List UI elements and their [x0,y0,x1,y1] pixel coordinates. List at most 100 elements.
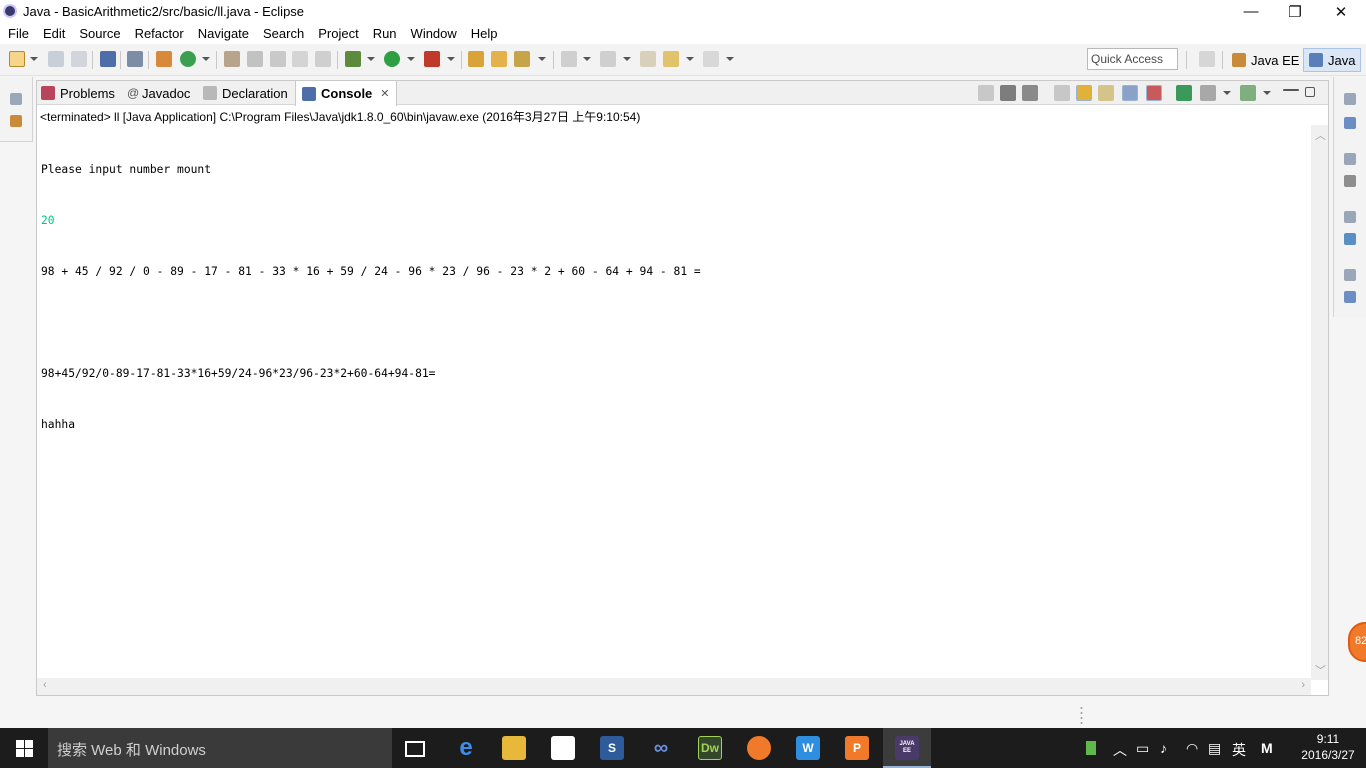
open-perspective-icon[interactable] [1199,51,1215,67]
open-task-icon[interactable] [247,51,263,67]
minimize-button[interactable]: — [1228,0,1274,23]
infinity-app-icon[interactable]: ∞ [649,736,673,760]
run-dropdown-icon[interactable] [407,57,415,61]
external-tools-dropdown-icon[interactable] [447,57,455,61]
wps-writer-icon[interactable]: W [796,736,820,760]
perspective-java-ee[interactable]: Java EE [1227,48,1304,72]
scroll-left-icon[interactable]: ‹ [43,679,47,691]
run-icon[interactable] [384,51,400,67]
new-class-dropdown-icon[interactable] [202,57,210,61]
eclipse-taskbar-icon[interactable]: JAVA EE [895,736,919,760]
layout-icon[interactable] [1344,291,1356,303]
menu-project[interactable]: Project [311,26,365,41]
open-type-icon[interactable] [224,51,240,67]
menu-help[interactable]: Help [464,26,505,41]
restore-icon[interactable] [1344,269,1356,281]
menu-file[interactable]: File [1,26,36,41]
package-explorer-icon[interactable] [10,115,22,127]
tab-problems[interactable]: Problems [41,81,115,105]
clock-time[interactable]: 9:11 [1298,732,1358,746]
new-icon[interactable] [9,51,25,67]
menu-run[interactable]: Run [366,26,404,41]
quick-access-input[interactable]: Quick Access [1087,48,1178,70]
pin-console-icon[interactable] [1176,85,1192,101]
s-app-icon[interactable]: S [600,736,624,760]
display-console-icon[interactable] [1200,85,1216,101]
network-icon[interactable]: ▭ [1136,740,1149,757]
open-console-dropdown-icon[interactable] [1263,91,1271,95]
forward-dropdown-icon[interactable] [726,57,734,61]
debug-dropdown-icon[interactable] [367,57,375,61]
menu-edit[interactable]: Edit [36,26,72,41]
wps-presentation-icon[interactable]: P [845,736,869,760]
show-on-stderr-icon[interactable] [1146,85,1162,101]
open-project-icon[interactable] [491,51,507,67]
orange-app-icon[interactable] [747,736,771,760]
restore-button[interactable]: ❐ [1272,0,1318,23]
battery-icon[interactable] [1086,741,1096,755]
scroll-right-icon[interactable]: › [1301,679,1305,691]
ime-language[interactable]: 英 [1232,740,1246,760]
maximize-view-icon[interactable] [1305,87,1315,97]
volume-icon[interactable]: ♪ [1160,740,1167,756]
save-all-icon[interactable] [71,51,87,67]
hierarchy-icon[interactable] [1344,233,1356,245]
forward-icon[interactable] [703,51,719,67]
new-java-project-icon[interactable] [156,51,172,67]
task-view-icon[interactable] [405,741,425,757]
start-button[interactable] [0,728,48,768]
brush-dropdown-icon[interactable] [538,57,546,61]
menu-navigate[interactable]: Navigate [191,26,256,41]
external-tools-icon[interactable] [424,51,440,67]
menu-refactor[interactable]: Refactor [128,26,191,41]
file-explorer-icon[interactable] [502,736,526,760]
minimize-view-icon[interactable] [1283,89,1299,91]
open-folder-icon[interactable] [468,51,484,67]
back-icon[interactable] [663,51,679,67]
display-console-dropdown-icon[interactable] [1223,91,1231,95]
perspective-java[interactable]: Java [1303,48,1362,72]
save-icon[interactable] [48,51,64,67]
edge-icon[interactable]: e [454,734,478,761]
new-dropdown-icon[interactable] [30,57,38,61]
new-package-icon[interactable] [180,51,196,67]
menu-window[interactable]: Window [404,26,464,41]
terminal-icon[interactable] [100,51,116,67]
horizontal-scrollbar[interactable]: ‹ › [37,678,1311,695]
restore-icon[interactable] [1344,211,1356,223]
scroll-down-icon[interactable]: ﹀ [1315,662,1326,678]
toggle-mark-icon[interactable] [292,51,308,67]
wifi-icon[interactable]: ◠ [1186,740,1198,757]
prev-annotation-icon[interactable] [600,51,616,67]
console-output[interactable]: Please input number mount 20 98 + 45 / 9… [41,127,701,467]
menu-search[interactable]: Search [256,26,311,41]
store-icon[interactable] [551,736,575,760]
scroll-lock-icon[interactable] [1076,85,1092,101]
action-center-icon[interactable]: ▤ [1208,740,1221,757]
restore-icon[interactable] [1344,153,1356,165]
vertical-scrollbar[interactable]: ︿ ﹀ [1311,125,1328,680]
prev-annotation-dropdown-icon[interactable] [623,57,631,61]
next-annotation-icon[interactable] [561,51,577,67]
next-annotation-dropdown-icon[interactable] [583,57,591,61]
remove-launch-icon[interactable] [1000,85,1016,101]
show-whitespace-icon[interactable] [315,51,331,67]
clear-console-icon[interactable] [1054,85,1070,101]
dreamweaver-icon[interactable]: Dw [698,736,722,760]
taskbar-search-input[interactable]: 搜索 Web 和 Windows [48,728,392,768]
menu-source[interactable]: Source [72,26,127,41]
word-wrap-icon[interactable] [1098,85,1114,101]
status-bar-grip[interactable] [1080,706,1083,724]
close-button[interactable]: ✕ [1318,0,1364,23]
open-console-icon[interactable] [1240,85,1256,101]
tab-console[interactable]: Console ✕ [295,81,397,106]
restore-icon[interactable] [1344,93,1356,105]
ime-mode[interactable]: M [1261,740,1273,756]
outline-icon[interactable] [1344,175,1356,187]
brush-icon[interactable] [514,51,530,67]
restore-icon[interactable] [10,93,22,105]
show-on-stdout-icon[interactable] [1122,85,1138,101]
search-tool-icon[interactable] [270,51,286,67]
last-edit-icon[interactable] [640,51,656,67]
terminate-icon[interactable] [978,85,994,101]
